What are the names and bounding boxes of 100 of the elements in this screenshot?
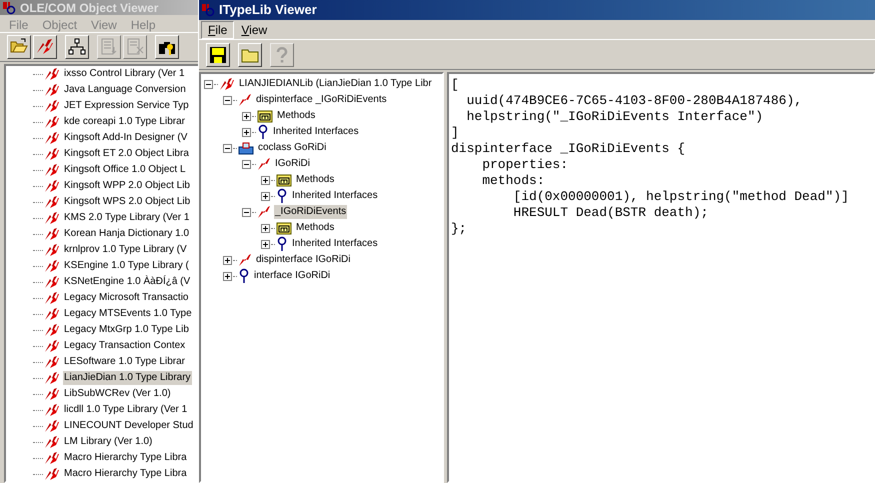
tree-item[interactable]: LIANJIEDIANLib (LianJieDian 1.0 Type Libr bbox=[238, 77, 433, 91]
code-line: dispinterface _IGoRiDiEvents { bbox=[451, 141, 686, 157]
tree-item[interactable]: LibSubWCRev (Ver 1.0) bbox=[63, 387, 172, 401]
toolbar-button[interactable] bbox=[7, 35, 31, 59]
toolbar-button[interactable] bbox=[206, 42, 230, 66]
tree-item[interactable]: Macro Hierarchy Type Libra bbox=[63, 467, 188, 481]
collapse-icon[interactable] bbox=[242, 208, 251, 216]
typelib-arrows-icon bbox=[44, 403, 60, 417]
expand-icon[interactable] bbox=[223, 256, 232, 264]
expand-icon[interactable] bbox=[223, 272, 232, 280]
arrow-icon bbox=[238, 93, 252, 107]
collapse-icon[interactable] bbox=[204, 80, 213, 88]
tree-item[interactable]: KMS 2.0 Type Library (Ver 1 bbox=[63, 211, 190, 225]
tree-item[interactable]: Legacy MtxGrp 1.0 Type Lib bbox=[63, 323, 190, 337]
toolbar-button[interactable] bbox=[33, 35, 57, 59]
tree-item[interactable]: Inherited Interfaces bbox=[272, 125, 360, 139]
expand-icon[interactable] bbox=[242, 112, 251, 120]
typelib-arrows-icon bbox=[44, 227, 60, 241]
toolbar-button[interactable] bbox=[155, 35, 179, 59]
tree-item[interactable]: krnlprov 1.0 Type Library (V bbox=[63, 243, 188, 257]
tree-item[interactable]: ixsso Control Library (Ver 1 bbox=[63, 67, 186, 81]
code-line: [ bbox=[451, 77, 459, 93]
expand-icon[interactable] bbox=[242, 128, 251, 136]
tree-item[interactable]: Methods bbox=[295, 173, 336, 187]
lollipop-icon bbox=[257, 124, 269, 140]
tree-item[interactable]: Kingsoft ET 2.0 Object Libra bbox=[63, 147, 190, 161]
tree-item[interactable]: LINECOUNT Developer Stud bbox=[63, 419, 194, 433]
tree-item[interactable]: Kingsoft Office 1.0 Object L bbox=[63, 163, 187, 177]
toolbar-button[interactable] bbox=[238, 42, 262, 66]
tree-item[interactable]: interface IGoRiDi bbox=[253, 269, 332, 283]
tree-item[interactable]: dispinterface IGoRiDi bbox=[255, 253, 352, 267]
expand-icon[interactable] bbox=[261, 240, 270, 248]
collapse-icon[interactable] bbox=[242, 160, 251, 168]
typelib-arrows-icon bbox=[44, 387, 60, 401]
tree-item[interactable]: Kingsoft WPP 2.0 Object Lib bbox=[63, 179, 191, 193]
arrow-icon bbox=[238, 253, 252, 267]
tree-item[interactable]: IGoRiDi bbox=[274, 157, 312, 171]
typelib-arrows-icon bbox=[44, 211, 60, 225]
lollipop-icon bbox=[276, 188, 288, 204]
methods-folder-icon bbox=[276, 173, 292, 187]
typelib-arrows-icon bbox=[44, 307, 60, 321]
typelib-arrows-icon bbox=[44, 323, 60, 337]
app-icon bbox=[201, 3, 215, 17]
code-line: uuid(474B9CE6-7C65-4103-8F00-280B4A187486), bbox=[466, 93, 802, 109]
methods-folder-icon bbox=[257, 109, 273, 123]
document-icon bbox=[125, 37, 145, 57]
collapse-icon[interactable] bbox=[223, 96, 232, 104]
typelib-arrows-icon bbox=[44, 179, 60, 193]
tree-item[interactable]: _IGoRiDiEvents bbox=[274, 205, 348, 219]
typelib-arrows-icon bbox=[219, 77, 235, 91]
tree-item[interactable]: Macro Hierarchy Type Libra bbox=[63, 451, 188, 465]
typelib-arrows-icon bbox=[44, 467, 60, 481]
toolbar-button[interactable] bbox=[65, 35, 89, 59]
tree-item[interactable]: Legacy Microsoft Transactio bbox=[63, 291, 190, 305]
lollipop-icon bbox=[238, 268, 250, 284]
tree-item[interactable]: Legacy Transaction Contex bbox=[63, 339, 186, 353]
typelib-arrows-icon bbox=[44, 419, 60, 433]
tree-item[interactable]: Java Language Conversion bbox=[63, 83, 187, 97]
tree-item[interactable]: Inherited Interfaces bbox=[291, 237, 379, 251]
tree-item[interactable]: LianJieDian 1.0 Type Library bbox=[63, 371, 192, 385]
expand-icon[interactable] bbox=[261, 192, 270, 200]
tree-item[interactable]: licdll 1.0 Type Library (Ver 1 bbox=[63, 403, 188, 417]
code-line: methods: bbox=[481, 173, 545, 189]
tree-item[interactable]: Methods bbox=[276, 109, 316, 123]
typelib-arrows-icon bbox=[44, 451, 60, 465]
tree-item[interactable]: LESoftware 1.0 Type Librar bbox=[63, 355, 186, 369]
expand-icon[interactable] bbox=[261, 224, 270, 232]
typelib-arrows-icon bbox=[44, 195, 60, 209]
code-line: }; bbox=[451, 221, 467, 237]
arrow-icon bbox=[257, 157, 271, 171]
typelib-arrows-icon bbox=[44, 243, 60, 257]
typelib-arrows-icon bbox=[44, 371, 60, 385]
tree-item[interactable]: Legacy MTSEvents 1.0 Type bbox=[63, 307, 193, 321]
tree-item[interactable]: Korean Hanja Dictionary 1.0 bbox=[63, 227, 190, 241]
typelib-arrows-icon bbox=[35, 37, 55, 57]
tree-item[interactable]: Kingsoft WPS 2.0 Object Lib bbox=[63, 195, 192, 209]
typelib-arrows-icon bbox=[44, 147, 60, 161]
tree-item[interactable]: Inherited Interfaces bbox=[291, 189, 379, 203]
tree-item[interactable]: dispinterface _IGoRiDiEvents bbox=[255, 93, 388, 107]
code-line: ] bbox=[451, 125, 459, 141]
tree-item[interactable]: Methods bbox=[295, 221, 336, 235]
window-title: OLE/COM Object Viewer bbox=[20, 0, 158, 16]
typelib-arrows-icon bbox=[44, 259, 60, 273]
tree-item[interactable]: KSEngine 1.0 Type Library ( bbox=[63, 259, 190, 273]
tree-item[interactable]: kde coreapi 1.0 Type Librar bbox=[63, 115, 186, 129]
coclass-icon bbox=[238, 141, 254, 155]
lollipop-icon bbox=[276, 236, 288, 252]
tree-item[interactable]: JET Expression Service Typ bbox=[63, 99, 190, 113]
tree-item[interactable]: Kingsoft Add-In Designer (V bbox=[63, 131, 188, 145]
collapse-icon[interactable] bbox=[223, 144, 232, 152]
menu-item[interactable]: File bbox=[201, 20, 234, 38]
app-icon bbox=[2, 0, 16, 14]
tree-item[interactable]: LM Library (Ver 1.0) bbox=[63, 435, 154, 449]
tree-item[interactable]: coclass GoRiDi bbox=[257, 141, 328, 155]
menu-item[interactable]: View bbox=[234, 20, 274, 38]
typelib-arrows-icon bbox=[44, 99, 60, 113]
typelib-arrows-icon bbox=[44, 339, 60, 353]
expand-icon[interactable] bbox=[261, 176, 270, 184]
window-title: ITypeLib Viewer bbox=[219, 1, 317, 20]
tree-item[interactable]: KSNetEngine 1.0 ÀàÐÍ¿â (V bbox=[63, 275, 192, 289]
